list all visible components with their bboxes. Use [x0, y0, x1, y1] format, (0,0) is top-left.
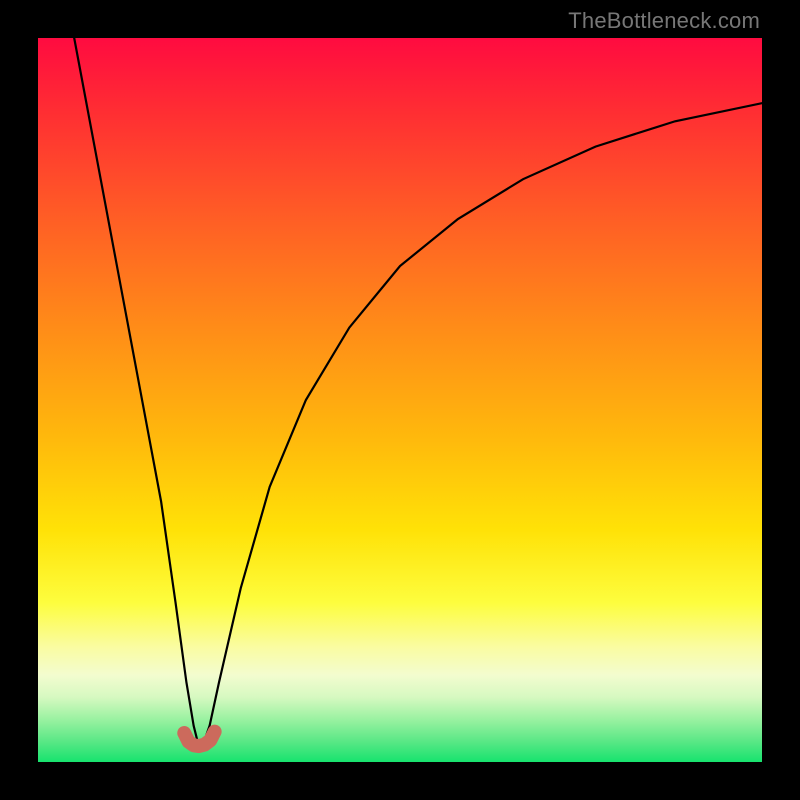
plot-area	[38, 38, 762, 762]
trough-marker	[184, 732, 214, 746]
curve-svg	[38, 38, 762, 762]
watermark-text: TheBottleneck.com	[568, 8, 760, 34]
bottleneck-curve	[74, 38, 762, 744]
chart-frame: TheBottleneck.com	[0, 0, 800, 800]
